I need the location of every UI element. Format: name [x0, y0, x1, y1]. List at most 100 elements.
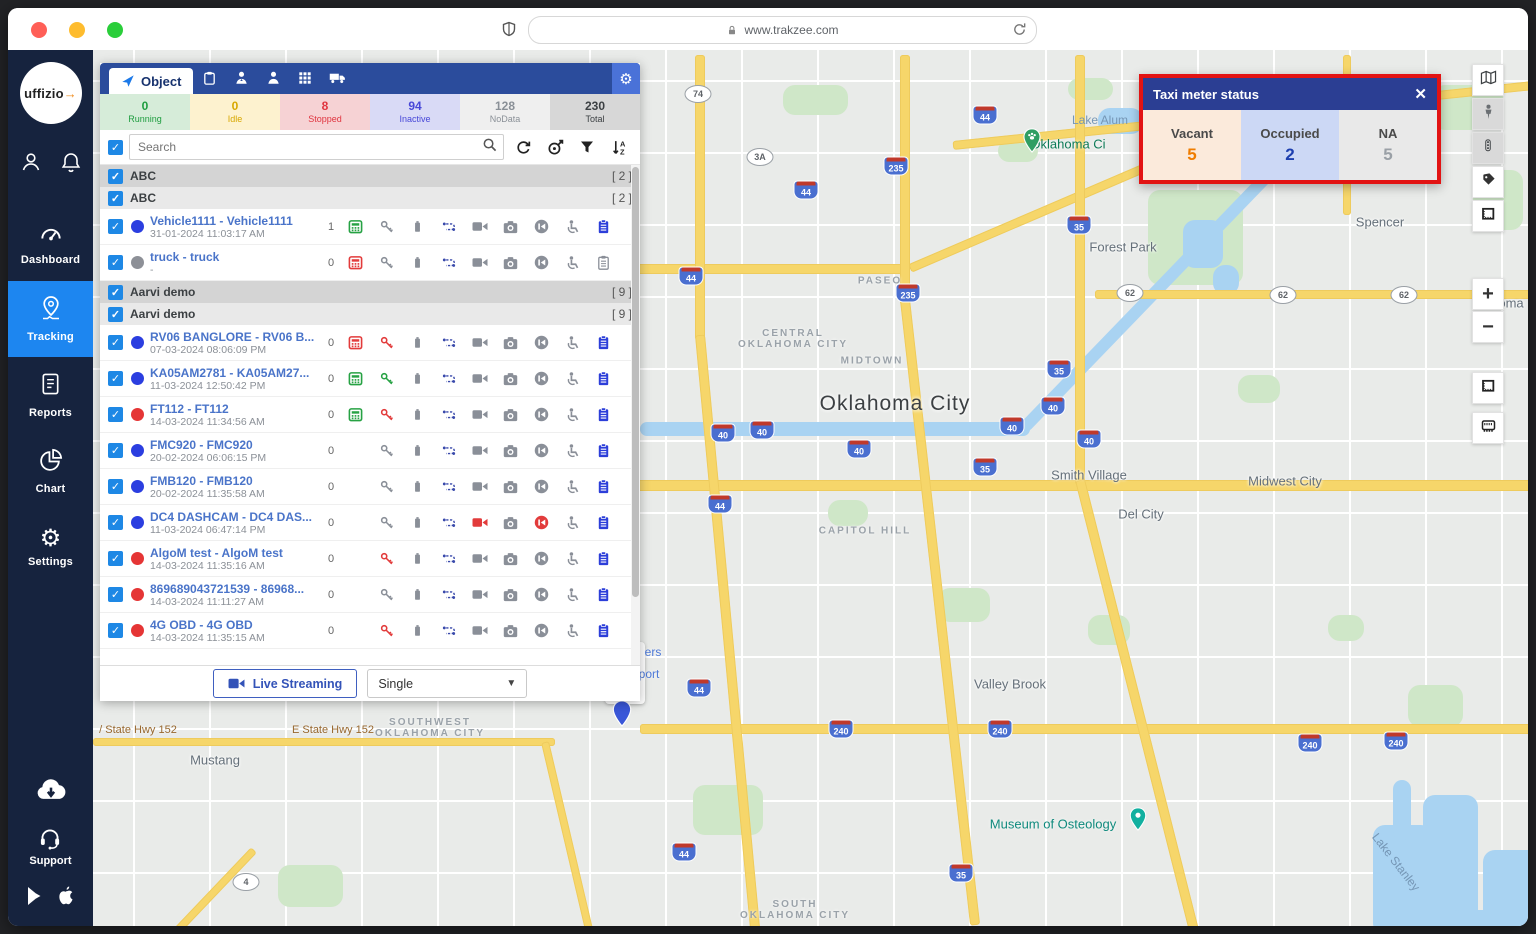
- battery-icon[interactable]: [402, 371, 433, 386]
- route-icon[interactable]: [433, 588, 464, 602]
- photo-camera-icon[interactable]: [495, 552, 526, 566]
- photo-camera-icon[interactable]: [495, 408, 526, 422]
- playback-icon[interactable]: [526, 479, 557, 494]
- refresh-icon[interactable]: [510, 134, 536, 160]
- vehicle-row[interactable]: ✓ FMB120 - FMB120 20-02-2024 11:35:58 AM…: [100, 469, 640, 505]
- subgroup-row[interactable]: ✓ Aarvi demo[ 9 ]: [100, 303, 640, 325]
- user-icon[interactable]: [19, 150, 43, 179]
- map[interactable]: Lake AlumOklahoma CiSpencerForest ParkPA…: [93, 50, 1528, 926]
- route-icon[interactable]: [433, 372, 464, 386]
- minimize-window-button[interactable]: [69, 22, 85, 38]
- follow-target-icon[interactable]: [542, 134, 568, 160]
- video-camera-icon[interactable]: [464, 552, 495, 565]
- vehicle-checkbox[interactable]: ✓: [108, 255, 123, 270]
- vehicle-name[interactable]: FMB120 - FMB120: [150, 474, 322, 488]
- subgroup-row[interactable]: ✓ ABC[ 2 ]: [100, 187, 640, 209]
- apple-icon[interactable]: [56, 885, 76, 912]
- zoom-out-button[interactable]: −: [1472, 311, 1504, 343]
- vehicle-name[interactable]: 4G OBD - 4G OBD: [150, 618, 322, 632]
- uffizio-logo[interactable]: uffizio→: [20, 62, 82, 124]
- seat-icon[interactable]: [557, 371, 588, 386]
- route-icon[interactable]: [433, 336, 464, 350]
- measure-button-2[interactable]: [1472, 372, 1504, 404]
- tab-driver-tab[interactable]: [228, 67, 254, 93]
- vehicle-row[interactable]: ✓ FMC920 - FMC920 20-02-2024 06:06:15 PM…: [100, 433, 640, 469]
- sort-az-icon[interactable]: AZ: [606, 134, 632, 160]
- video-camera-icon[interactable]: [464, 256, 495, 269]
- playback-icon[interactable]: [526, 335, 557, 350]
- photo-camera-icon[interactable]: [495, 336, 526, 350]
- playback-icon[interactable]: [526, 219, 557, 234]
- photo-camera-icon[interactable]: [495, 516, 526, 530]
- clipboard-icon[interactable]: [588, 255, 619, 270]
- taxi-cell-vacant[interactable]: Vacant5: [1143, 110, 1241, 180]
- notifications-bell-icon[interactable]: [59, 150, 83, 179]
- group-checkbox[interactable]: ✓: [108, 169, 123, 184]
- vehicle-checkbox[interactable]: ✓: [108, 587, 123, 602]
- key-icon[interactable]: [371, 408, 402, 422]
- tab-clipboard-tab[interactable]: [196, 67, 222, 93]
- search-icon[interactable]: [482, 137, 497, 157]
- museum-poi-pin[interactable]: [1129, 807, 1148, 836]
- photo-camera-icon[interactable]: [495, 480, 526, 494]
- counter-idle[interactable]: 0Idle: [190, 94, 280, 130]
- counter-running[interactable]: 0Running: [100, 94, 190, 130]
- vehicle-row[interactable]: ✓ AlgoM test - AlgoM test 14-03-2024 11:…: [100, 541, 640, 577]
- paw-poi-pin[interactable]: [1022, 128, 1042, 158]
- vehicle-row[interactable]: ✓ KA05AM2781 - KA05AM27... 11-03-2024 12…: [100, 361, 640, 397]
- vehicle-checkbox[interactable]: ✓: [108, 407, 123, 422]
- seat-icon[interactable]: [557, 255, 588, 270]
- battery-icon[interactable]: [402, 515, 433, 530]
- group-checkbox[interactable]: ✓: [108, 191, 123, 206]
- seat-icon[interactable]: [557, 587, 588, 602]
- video-camera-icon[interactable]: [464, 444, 495, 457]
- photo-camera-icon[interactable]: [495, 588, 526, 602]
- sidebar-item-chart[interactable]: Chart: [8, 433, 93, 509]
- taxi-cell-na[interactable]: NA5: [1339, 110, 1437, 180]
- playback-icon[interactable]: [526, 407, 557, 422]
- vehicle-name[interactable]: Vehicle1111 - Vehicle1111: [150, 214, 322, 228]
- counter-total[interactable]: 230Total: [550, 94, 640, 130]
- clipboard-icon[interactable]: [588, 407, 619, 422]
- video-camera-icon[interactable]: [464, 588, 495, 601]
- seat-icon[interactable]: [557, 219, 588, 234]
- counter-nodata[interactable]: 128NoData: [460, 94, 550, 130]
- vehicle-checkbox[interactable]: ✓: [108, 335, 123, 350]
- vehicle-name[interactable]: RV06 BANGLORE - RV06 B...: [150, 330, 322, 344]
- url-bar[interactable]: www.trakzee.com: [528, 16, 1037, 44]
- sidebar-item-tracking[interactable]: Tracking: [8, 281, 93, 357]
- vehicle-name[interactable]: 869689043721539 - 86968...: [150, 582, 322, 596]
- battery-icon[interactable]: [402, 479, 433, 494]
- sidebar-item-dashboard[interactable]: Dashboard: [8, 205, 93, 281]
- map-type-button[interactable]: [1472, 64, 1504, 96]
- vehicle-checkbox[interactable]: ✓: [108, 371, 123, 386]
- playback-icon[interactable]: [526, 623, 557, 638]
- vehicle-name[interactable]: AlgoM test - AlgoM test: [150, 546, 322, 560]
- video-camera-icon[interactable]: [464, 624, 495, 637]
- playback-icon[interactable]: [526, 551, 557, 566]
- photo-camera-icon[interactable]: [495, 444, 526, 458]
- clipboard-icon[interactable]: [588, 623, 619, 638]
- playback-icon[interactable]: [526, 371, 557, 386]
- vehicle-row[interactable]: ✓ 869689043721539 - 86968... 14-03-2024 …: [100, 577, 640, 613]
- zoom-in-button[interactable]: +: [1472, 278, 1504, 310]
- playback-icon[interactable]: [526, 443, 557, 458]
- sidebar-item-reports[interactable]: Reports: [8, 357, 93, 433]
- meter-icon[interactable]: [340, 371, 371, 386]
- key-icon[interactable]: [371, 372, 402, 386]
- clipboard-icon[interactable]: [588, 479, 619, 494]
- sidebar-item-support[interactable]: Support: [29, 825, 71, 867]
- vehicle-checkbox[interactable]: ✓: [108, 219, 123, 234]
- vehicle-checkbox[interactable]: ✓: [108, 479, 123, 494]
- playback-icon[interactable]: [526, 255, 557, 270]
- traffic-button[interactable]: [1472, 132, 1504, 164]
- route-icon[interactable]: [433, 624, 464, 638]
- search-box[interactable]: [129, 134, 504, 160]
- vehicle-name[interactable]: FMC920 - FMC920: [150, 438, 322, 452]
- vehicle-checkbox[interactable]: ✓: [108, 623, 123, 638]
- meter-icon[interactable]: [340, 335, 371, 350]
- key-icon[interactable]: [371, 624, 402, 638]
- route-icon[interactable]: [433, 552, 464, 566]
- vehicle-marker-pin[interactable]: [611, 700, 633, 732]
- clipboard-icon[interactable]: [588, 371, 619, 386]
